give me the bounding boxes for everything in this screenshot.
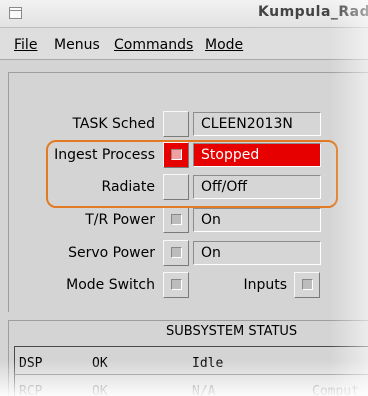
subsystem-state: Idle bbox=[192, 356, 224, 371]
subsystem-status-title: SUBSYSTEM STATUS bbox=[166, 324, 298, 339]
servo-power-value: On bbox=[193, 241, 321, 265]
highlight-annotation bbox=[46, 140, 338, 208]
menu-bar: File Menus Commands Mode bbox=[0, 28, 368, 60]
row-divider bbox=[14, 374, 368, 375]
servo-power-label: Servo Power bbox=[68, 245, 155, 261]
task-sched-button[interactable] bbox=[163, 111, 189, 137]
menu-file[interactable]: File bbox=[14, 37, 37, 53]
menu-mode[interactable]: Mode bbox=[205, 37, 243, 53]
indicator-light-icon bbox=[171, 279, 182, 290]
menu-commands[interactable]: Commands bbox=[114, 37, 193, 53]
subsystem-status: OK bbox=[92, 384, 108, 396]
tr-power-value: On bbox=[193, 208, 321, 232]
subsystem-name: RCP bbox=[19, 384, 43, 396]
subsystem-state: N/A bbox=[192, 384, 216, 396]
menu-menus[interactable]: Menus bbox=[54, 37, 100, 53]
mode-switch-label: Mode Switch bbox=[66, 277, 155, 293]
task-sched-label: TASK Sched bbox=[72, 116, 155, 132]
window-menu-icon[interactable] bbox=[9, 7, 22, 19]
subsystem-status: OK bbox=[92, 356, 108, 371]
indicator-light-icon bbox=[302, 279, 313, 290]
servo-power-button[interactable] bbox=[163, 240, 189, 266]
window-title: Kumpula_Rada bbox=[258, 4, 368, 20]
subsystem-extra: Comput bbox=[312, 384, 359, 396]
mode-switch-button[interactable] bbox=[163, 272, 189, 298]
radar-control-window: Kumpula_Rada File Menus Commands Mode TA… bbox=[0, 0, 368, 396]
inputs-button[interactable] bbox=[294, 272, 320, 298]
subsystem-name: DSP bbox=[19, 356, 43, 371]
title-bar: Kumpula_Rada bbox=[0, 0, 368, 28]
indicator-light-icon bbox=[171, 214, 182, 225]
indicator-light-icon bbox=[171, 247, 182, 258]
inputs-label: Inputs bbox=[243, 277, 287, 293]
task-sched-value: CLEEN2013N bbox=[193, 112, 321, 136]
tr-power-button[interactable] bbox=[163, 207, 189, 233]
tr-power-label: T/R Power bbox=[85, 212, 155, 228]
